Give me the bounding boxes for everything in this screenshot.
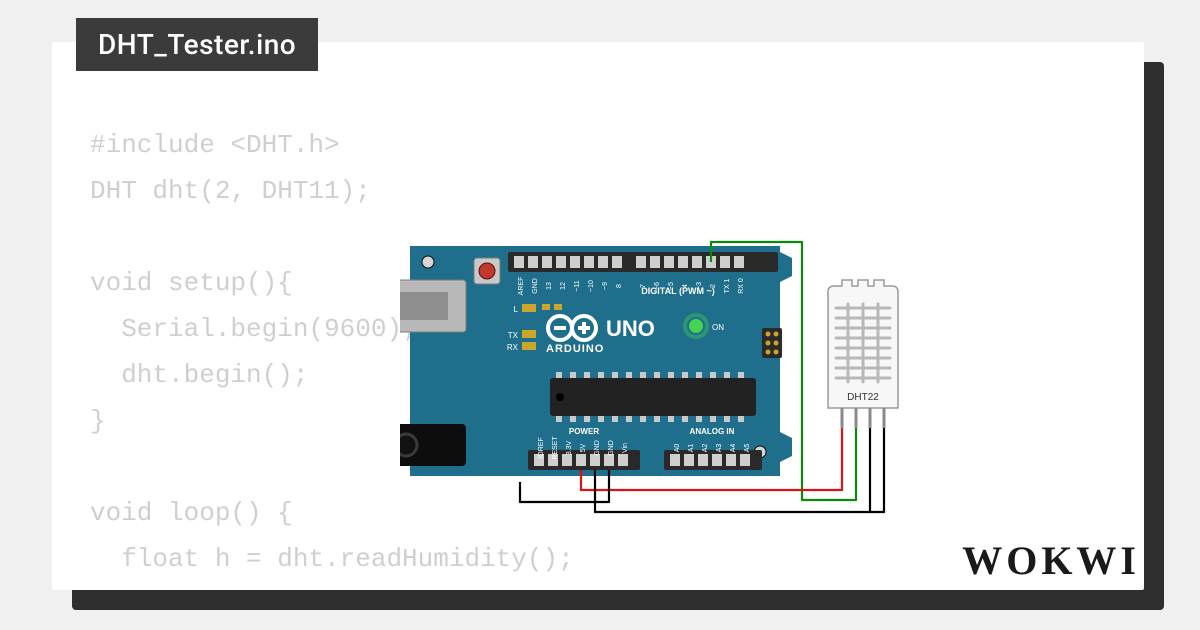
power-pin-label: 5V [580, 443, 587, 452]
file-tab-label: DHT_Tester.ino [98, 28, 296, 61]
power-pin-label: GND [608, 440, 615, 456]
board-model-label: UNO [606, 316, 655, 341]
digital-section-label: DIGITAL (PWM ~) [641, 286, 714, 296]
power-pin-label: RESET [552, 436, 559, 460]
board-brand-label: ARDUINO [546, 343, 604, 355]
svg-text:TX: TX [508, 331, 519, 340]
digital-pin-label: AREF [518, 277, 525, 296]
svg-text:ON: ON [712, 323, 724, 332]
power-pin-label: 3.3V [566, 440, 573, 455]
analog-pin-label: A4 [730, 444, 737, 453]
reset-button[interactable] [474, 258, 500, 284]
power-section-label: POWER [569, 427, 599, 436]
analog-pin-label: A5 [744, 444, 751, 453]
digital-pin-label: 12 [560, 282, 567, 290]
analog-pin-label: A0 [674, 444, 681, 453]
digital-header[interactable] [508, 252, 778, 272]
digital-pin-label: 8 [616, 284, 623, 288]
wokwi-logo: WOKWI [962, 537, 1140, 584]
icsp-header[interactable] [762, 328, 782, 358]
power-jack-icon [400, 424, 466, 466]
wokwi-logo-text: WOKWI [962, 538, 1140, 583]
simulator-canvas[interactable]: AREFGND1312~11~10~987~6~54~32TX 1RX 0 DI… [400, 234, 1040, 574]
digital-pin-label: ~9 [602, 282, 609, 290]
usb-port-icon [400, 280, 466, 332]
digital-pin-label: GND [532, 278, 539, 294]
digital-pin-label: RX 0 [738, 278, 745, 294]
dht22-sensor[interactable]: DHT22 [828, 280, 898, 428]
digital-pin-label: ~11 [574, 280, 581, 291]
sensor-label: DHT22 [847, 392, 879, 403]
arduino-uno-board[interactable]: AREFGND1312~11~10~987~6~54~32TX 1RX 0 DI… [400, 246, 792, 476]
analog-pin-label: A3 [716, 444, 723, 453]
file-tab[interactable]: DHT_Tester.ino [76, 18, 318, 71]
power-pin-label: Vin [622, 443, 629, 453]
digital-pin-label: TX 1 [724, 279, 731, 294]
digital-pin-label: 13 [546, 282, 553, 290]
svg-text:RX: RX [507, 343, 519, 352]
analog-pin-label: A2 [702, 444, 709, 453]
power-pin-label: IOREF [538, 437, 545, 458]
digital-pin-label: ~10 [588, 280, 595, 292]
analog-pin-label: A1 [688, 444, 695, 453]
power-pin-label: GND [594, 440, 601, 456]
analog-section-label: ANALOG IN [690, 427, 735, 436]
atmega-chip-icon [550, 372, 756, 422]
svg-text:L: L [514, 305, 519, 314]
